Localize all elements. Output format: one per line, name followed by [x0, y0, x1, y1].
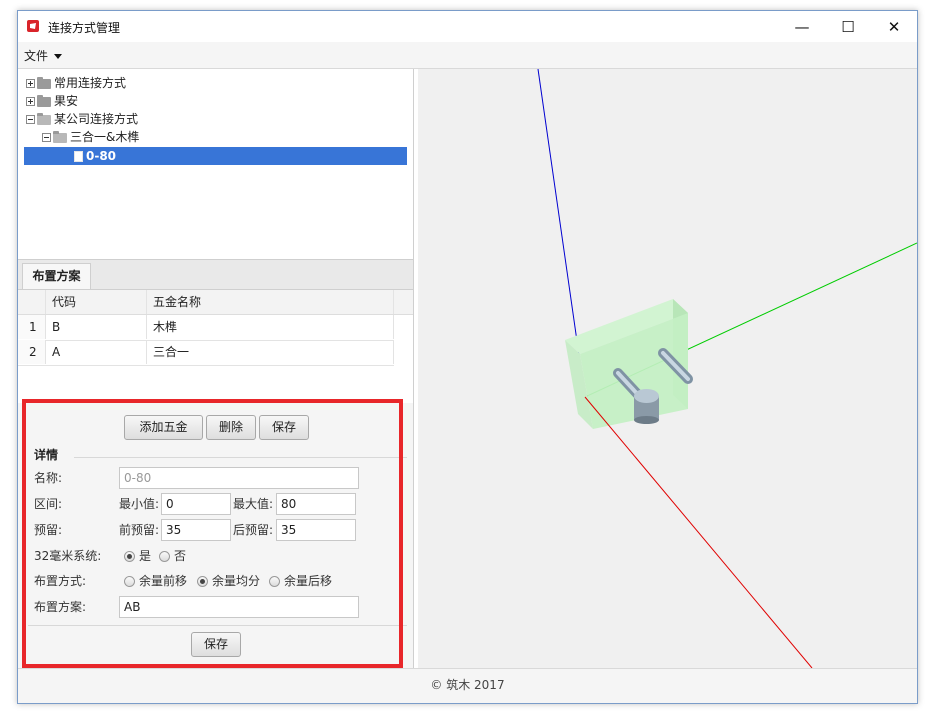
back-reserve-label: 后预留:	[233, 523, 274, 537]
layout-mode-even-label[interactable]: 余量均分	[212, 571, 260, 591]
tree-item-label: 常用连接方式	[54, 76, 127, 90]
folder-icon	[37, 94, 51, 107]
name-field[interactable]: 0-80	[119, 467, 359, 489]
left-pane: 常用连接方式 果安 某公司连接方式 三合一&木榫 0-80 布置方案 代码 五金…	[18, 69, 414, 668]
connection-tree: 常用连接方式 果安 某公司连接方式 三合一&木榫 0-80	[18, 69, 413, 260]
max-label: 最大值:	[233, 497, 274, 511]
tree-item[interactable]: 常用连接方式	[26, 74, 126, 92]
close-button[interactable]: ✕	[871, 11, 917, 42]
table-row[interactable]: 2 A 三合一	[18, 340, 394, 366]
tree-item[interactable]: 某公司连接方式	[26, 110, 138, 128]
app-window: 连接方式管理 — ☐ ✕ 文件 常用连接方式 果安 某公司连接方式 三合一&木榫…	[17, 10, 918, 704]
maximize-button[interactable]: ☐	[825, 11, 871, 42]
window-title: 连接方式管理	[48, 21, 121, 35]
header-name[interactable]: 五金名称	[147, 290, 394, 314]
header-index	[18, 290, 46, 314]
layout-mode-front-radio[interactable]	[124, 576, 135, 587]
tree-item[interactable]: 果安	[26, 92, 78, 110]
folder-icon	[37, 76, 51, 89]
collapse-icon[interactable]	[42, 133, 51, 142]
menu-file-label: 文件	[24, 49, 49, 63]
layout-mode-back-radio[interactable]	[269, 576, 280, 587]
tree-item-label: 三合一&木榫	[70, 130, 140, 144]
hardware-table: 代码 五金名称 1 B 木榫 2 A 三合一	[18, 290, 413, 402]
back-reserve-field[interactable]: 35	[276, 519, 356, 541]
system32-yes-radio[interactable]	[124, 551, 135, 562]
tree-item-label: 0-80	[86, 149, 117, 163]
system32-label: 32毫米系统:	[34, 549, 102, 563]
cell-name: 三合一	[147, 340, 394, 364]
save-button-bottom[interactable]: 保存	[191, 632, 241, 657]
menu-bar: 文件	[18, 42, 917, 69]
layout-plan-label: 布置方案:	[34, 600, 87, 614]
document-icon	[74, 151, 83, 162]
tree-item-label: 果安	[54, 94, 79, 108]
menu-file[interactable]: 文件	[24, 47, 63, 64]
tab-bar: 布置方案	[18, 260, 413, 290]
3d-viewport[interactable]	[418, 68, 917, 669]
tree-item-selected[interactable]: 0-80	[74, 147, 116, 165]
cell-code: B	[46, 315, 147, 339]
collapse-icon[interactable]	[26, 115, 35, 124]
save-button-top[interactable]: 保存	[259, 415, 309, 440]
min-label: 最小值:	[119, 497, 160, 511]
3d-scene	[537, 68, 917, 669]
reserve-label: 预留:	[34, 523, 63, 537]
row-index: 1	[18, 315, 46, 339]
expand-icon[interactable]	[26, 97, 35, 106]
maximize-icon: ☐	[841, 17, 855, 36]
chevron-down-icon	[54, 54, 63, 59]
expand-icon[interactable]	[26, 79, 35, 88]
row-index: 2	[18, 340, 46, 364]
max-value-field[interactable]: 80	[276, 493, 356, 515]
layout-mode-back-label[interactable]: 余量后移	[284, 571, 332, 591]
delete-button[interactable]: 删除	[206, 415, 256, 440]
add-hardware-button[interactable]: 添加五金	[124, 415, 203, 440]
footer: © 筑木 2017	[18, 668, 917, 703]
front-reserve-field[interactable]: 35	[161, 519, 231, 541]
cell-code: A	[46, 340, 147, 364]
minimize-button[interactable]: —	[779, 11, 825, 42]
min-value-field[interactable]: 0	[161, 493, 231, 515]
x-axis-line	[584, 396, 813, 669]
details-heading: 详情	[34, 448, 59, 462]
divider	[74, 457, 407, 458]
copyright-text: © 筑木 2017	[430, 678, 505, 692]
tree-item-label: 某公司连接方式	[54, 112, 139, 126]
layout-plan-field[interactable]: AB	[119, 596, 359, 618]
detail-form: 添加五金 删除 保存 详情 名称: 0-80 区间: 最小值: 0 最大值: 8…	[18, 403, 413, 668]
table-header: 代码 五金名称	[18, 290, 413, 315]
range-label: 区间:	[34, 497, 63, 511]
table-row[interactable]: 1 B 木榫	[18, 315, 394, 341]
system32-no-radio[interactable]	[159, 551, 170, 562]
title-bar: 连接方式管理 — ☐ ✕	[18, 11, 917, 42]
system32-yes-label[interactable]: 是	[139, 546, 151, 566]
cell-name: 木榫	[147, 315, 394, 339]
divider	[28, 625, 407, 626]
layout-mode-front-label[interactable]: 余量前移	[139, 571, 187, 591]
minimize-icon: —	[794, 17, 810, 36]
app-logo-icon	[27, 20, 39, 32]
front-reserve-label: 前预留:	[119, 523, 160, 537]
name-label: 名称:	[34, 471, 63, 485]
layout-mode-even-radio[interactable]	[197, 576, 208, 587]
system32-no-label[interactable]: 否	[174, 546, 186, 566]
close-icon: ✕	[887, 17, 901, 36]
header-code[interactable]: 代码	[46, 290, 147, 314]
tree-item[interactable]: 三合一&木榫	[42, 128, 139, 146]
layout-mode-label: 布置方式:	[34, 574, 87, 588]
tab-layout-plan[interactable]: 布置方案	[22, 263, 91, 289]
folder-open-icon	[53, 130, 67, 143]
folder-open-icon	[37, 112, 51, 125]
